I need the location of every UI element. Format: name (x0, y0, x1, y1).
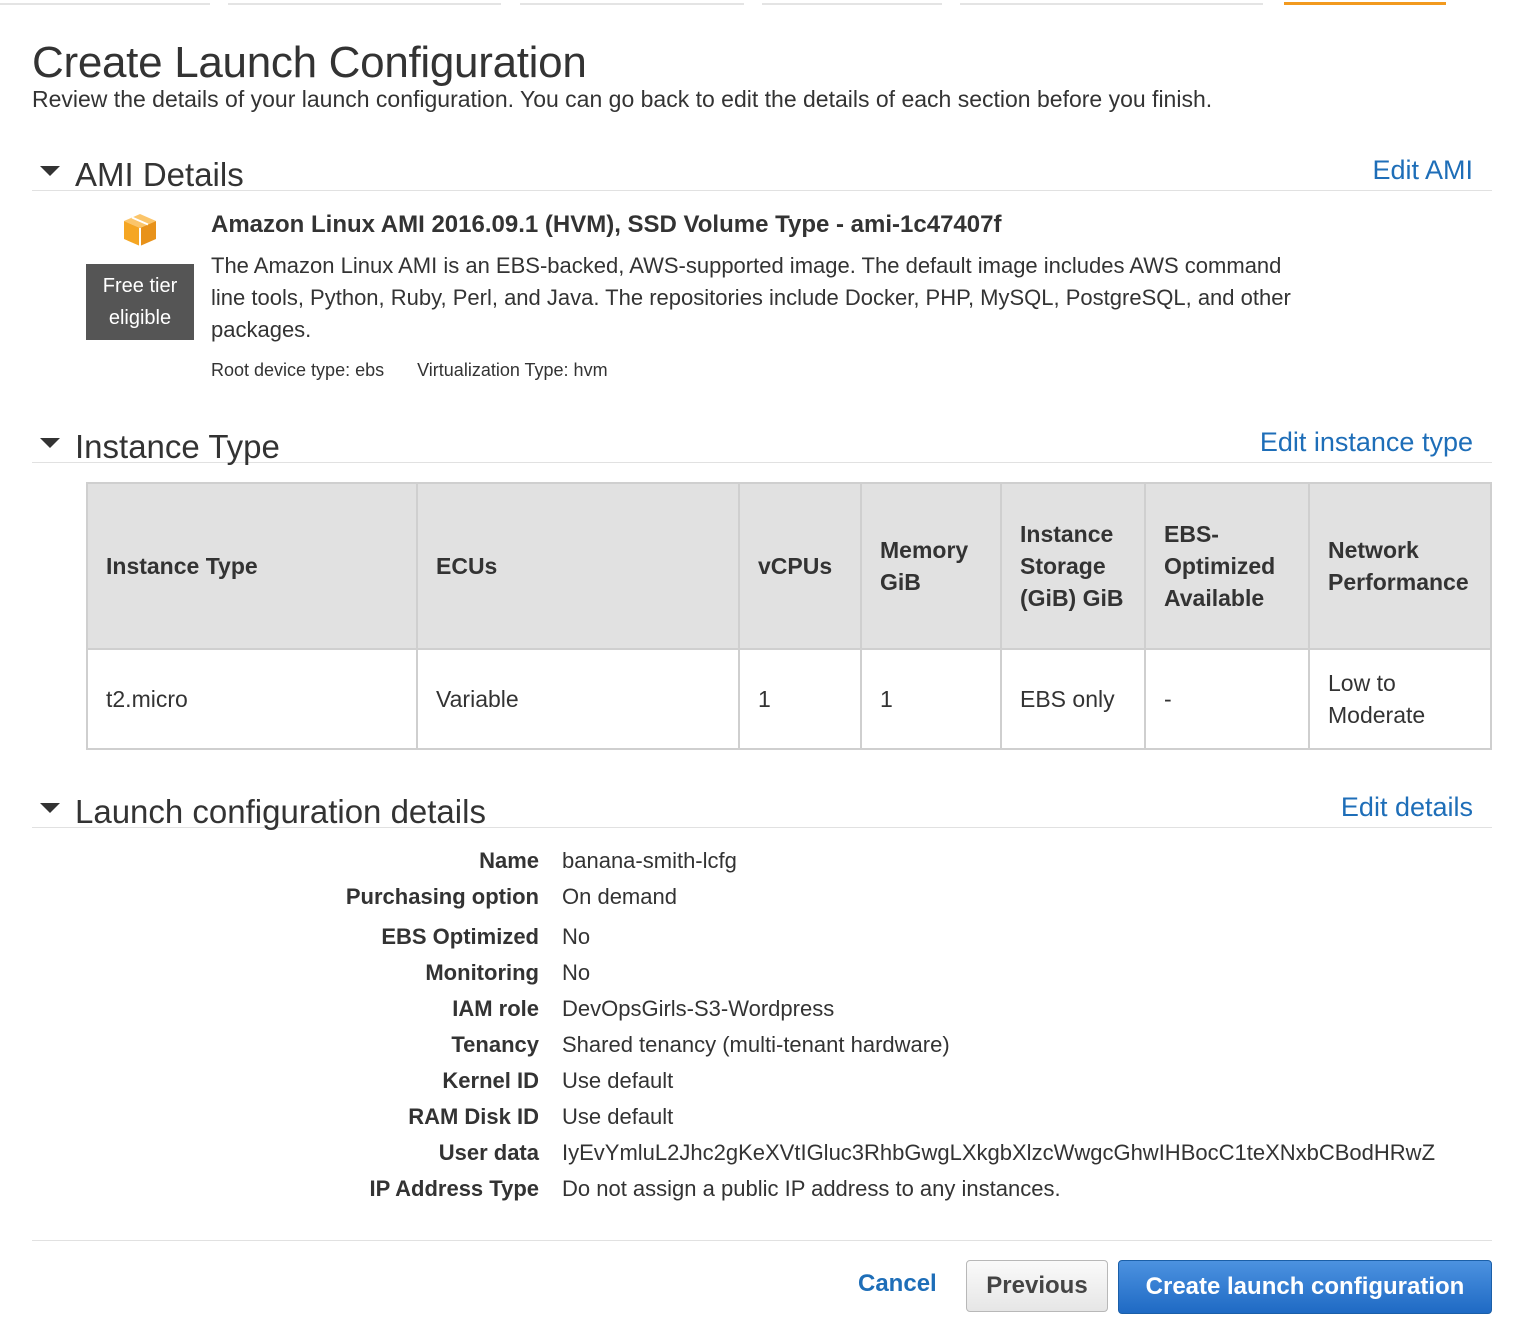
free-tier-line1: Free tier (102, 275, 178, 297)
previous-button[interactable]: Previous (966, 1260, 1108, 1312)
detail-value: Shared tenancy (multi-tenant hardware) (562, 1032, 950, 1057)
detail-value: No (562, 924, 591, 949)
column-header: ECUs (416, 482, 740, 650)
column-header: Memory GiB (860, 482, 1002, 650)
detail-value: banana-smith-lcfg (562, 848, 737, 873)
detail-value: No (562, 960, 591, 985)
caret-down-icon[interactable] (40, 166, 60, 176)
wizard-step[interactable] (228, 3, 501, 5)
detail-label: User data (438, 1140, 539, 1165)
ami-name: Amazon Linux AMI 2016.09.1 (HVM), SSD Vo… (211, 211, 1002, 238)
instance-type-table: Instance Type ECUs vCPUs Memory GiB Inst… (86, 482, 1492, 750)
wizard-step[interactable] (960, 3, 1263, 5)
column-header: EBS-Optimized Available (1144, 482, 1310, 650)
column-header: vCPUs (738, 482, 862, 650)
wizard-steps (0, 0, 1516, 8)
wizard-step-active[interactable] (1284, 2, 1446, 5)
edit-ami-link[interactable]: Edit AMI (1372, 155, 1473, 186)
footer-divider (32, 1240, 1492, 1241)
virtualization-type: Virtualization Type: hvm (417, 360, 608, 380)
details-section-header: Launch configuration details Edit detail… (32, 776, 1492, 831)
detail-label: RAM Disk ID (408, 1104, 539, 1129)
ami-section-header: AMI Details Edit AMI (32, 138, 1492, 194)
detail-label: Purchasing option (345, 884, 539, 909)
detail-value: On demand (562, 884, 677, 909)
table-cell: Low to Moderate (1308, 648, 1492, 750)
detail-label: Kernel ID (442, 1068, 539, 1093)
page-subtitle: Review the details of your launch config… (32, 86, 1213, 112)
wizard-step[interactable] (520, 3, 744, 5)
table-cell: 1 (860, 648, 1002, 750)
detail-value: DevOpsGirls-S3-Wordpress (562, 996, 835, 1021)
user-data-value: IyEvYmluL2Jhc2gKeXVtIGluc3RhbGwgLXkgbXlz… (562, 1140, 1436, 1165)
ami-description: The Amazon Linux AMI is an EBS-backed, A… (211, 253, 1291, 342)
detail-value: Do not assign a public IP address to any… (562, 1176, 1061, 1201)
detail-label: Name (479, 848, 539, 873)
table-row: t2.micro Variable 1 1 EBS only - Low to … (86, 648, 1492, 750)
table-cell: Variable (416, 648, 740, 750)
caret-down-icon[interactable] (40, 438, 60, 448)
ami-meta: Root device type: ebs Virtualization Typ… (211, 360, 636, 381)
table-cell: - (1144, 648, 1310, 750)
caret-down-icon[interactable] (40, 803, 60, 813)
detail-label: EBS Optimized (381, 924, 539, 949)
detail-label: IP Address Type (369, 1176, 539, 1201)
ami-section-title[interactable]: AMI Details (75, 156, 244, 194)
table-cell: t2.micro (86, 648, 418, 750)
detail-label: Monitoring (425, 960, 539, 985)
column-header: Instance Storage (GiB) GiB (1000, 482, 1146, 650)
free-tier-badge: Free tier eligible (86, 264, 194, 340)
root-device-type: Root device type: ebs (211, 360, 385, 380)
cube-icon (124, 214, 156, 246)
detail-label: Tenancy (451, 1032, 539, 1057)
table-header-row: Instance Type ECUs vCPUs Memory GiB Inst… (86, 482, 1492, 650)
cancel-button[interactable]: Cancel (858, 1270, 937, 1298)
page-title: Create Launch Configuration (32, 38, 587, 87)
free-tier-line2: eligible (108, 307, 172, 329)
detail-value: Use default (562, 1068, 674, 1093)
detail-label: IAM role (452, 996, 539, 1021)
edit-details-link[interactable]: Edit details (1341, 792, 1473, 823)
detail-value: Use default (562, 1104, 674, 1129)
table-cell: 1 (738, 648, 862, 750)
create-launch-configuration-button[interactable]: Create launch configuration (1118, 1260, 1492, 1314)
instance-section-header: Instance Type Edit instance type (32, 412, 1492, 466)
wizard-step[interactable] (0, 3, 210, 5)
table-cell: EBS only (1000, 648, 1146, 750)
instance-section-title[interactable]: Instance Type (75, 428, 280, 466)
edit-instance-type-link[interactable]: Edit instance type (1260, 427, 1473, 458)
column-header: Instance Type (86, 482, 418, 650)
details-section-title[interactable]: Launch configuration details (75, 793, 486, 831)
wizard-step[interactable] (762, 3, 942, 5)
column-header: Network Performance (1308, 482, 1492, 650)
